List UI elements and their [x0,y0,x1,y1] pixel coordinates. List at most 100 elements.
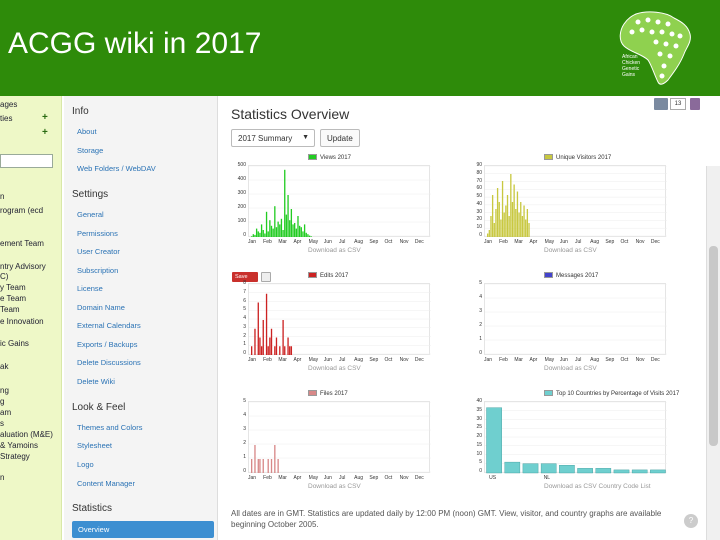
chart-top-countries: Top 10 Countries by Percentage of Visits… [468,390,679,500]
sidebar-item[interactable]: ntry Advisory [0,262,46,271]
nav-link-content-manager[interactable]: Content Manager [77,479,135,488]
export-icon[interactable] [261,272,271,282]
x-tick-label: Jul [575,357,582,363]
x-tick-label: Apr [529,357,538,363]
period-select[interactable]: 2017 Summary ▼ [231,129,315,147]
update-button[interactable]: Update [320,129,360,147]
daily-bar [282,230,284,237]
sidebar-item[interactable]: ak [0,362,8,371]
y-tick-label: 2 [243,332,246,339]
daily-bar [264,233,266,237]
daily-bar [257,231,259,237]
x-tick-label: Sep [369,475,379,481]
sidebar-item[interactable]: ng [0,386,9,395]
y-tick-label: 3 [243,426,246,432]
notifications-icon[interactable] [654,98,668,110]
x-tick-label: Nov [399,475,409,481]
download-csv-link[interactable]: Download as CSV [308,483,361,490]
download-csv-link[interactable]: Download as CSV [544,247,597,254]
sidebar-item[interactable]: Team [0,305,20,314]
sidebar-item[interactable]: aluation (M&E) [0,430,53,439]
y-tick-label: 90 [476,162,482,168]
sidebar-item[interactable]: y Team [0,283,26,292]
nav-link-delete-discussions[interactable]: Delete Discussions [77,358,141,367]
sidebar-search-input[interactable] [0,154,53,168]
x-tick-label: Sep [605,239,615,245]
x-tick-label: Feb [499,357,508,363]
sidebar-item[interactable]: Strategy [0,452,30,461]
x-tick-label: Apr [529,239,538,245]
x-tick-label: Sep [605,357,615,363]
sidebar-item[interactable]: ages [0,100,17,109]
help-icon[interactable]: ? [684,514,698,528]
download-csv-link[interactable]: Download as CSV [544,365,597,372]
y-tick-label: 0 [243,350,246,356]
page-scrollbar[interactable] [706,166,720,540]
sidebar-item[interactable]: ic Gains [0,339,29,348]
sidebar-item[interactable]: n [0,473,4,482]
nav-link-themes[interactable]: Themes and Colors [77,423,142,432]
country-bar [650,469,666,474]
daily-bar [290,209,293,237]
sidebar-item[interactable]: ties [0,114,12,123]
nav-link-permissions[interactable]: Permissions [77,229,118,238]
expand-plus-icon[interactable]: + [42,112,48,123]
chart-legend: Files 2017 [308,390,348,397]
logo-text: African Chicken Genetic Gains [622,54,641,78]
nav-link-webdav[interactable]: Web Folders / WebDAV [77,164,156,173]
x-tick-label: Nov [399,357,409,363]
y-tick-label: 15 [476,441,482,448]
nav-link-user-creator[interactable]: User Creator [77,247,120,256]
nav-link-general[interactable]: General [77,210,104,219]
download-csv-link[interactable]: Download as CSV Country Code List [544,483,651,490]
nav-link-logo[interactable]: Logo [77,460,94,469]
y-tick-label: 4 [479,294,482,300]
sidebar-item[interactable]: ement Team [0,239,44,248]
daily-bar [279,224,281,237]
daily-bar [307,234,309,237]
legend-swatch [544,390,553,396]
expand-plus-icon[interactable]: + [42,127,48,138]
daily-bar [267,231,269,237]
y-tick-label: 10 [476,224,482,231]
daily-bar [528,223,530,237]
nav-link-subscription[interactable]: Subscription [77,266,118,275]
daily-bar [508,216,510,237]
statistics-footnote: All dates are in GMT. Statistics are upd… [231,509,662,529]
sidebar-item[interactable]: e Team [0,294,26,303]
sidebar-item[interactable]: & Yamoins [0,441,38,450]
download-csv-link[interactable]: Download as CSV [308,247,361,254]
daily-bar [305,232,307,237]
nav-link-external-calendars[interactable]: External Calendars [77,321,141,330]
country-bar [631,469,648,474]
x-tick-label: Sep [369,239,379,245]
scrollbar-thumb[interactable] [709,246,718,446]
nav-link-overview-active[interactable]: Overview [72,521,214,538]
nav-link-about[interactable]: About [77,127,97,136]
nav-link-storage[interactable]: Storage [77,146,103,155]
x-tick-label: Aug [354,475,364,481]
sidebar-item[interactable]: g [0,397,4,406]
y-tick-label: 5 [479,459,482,466]
daily-bar [282,320,284,355]
nav-link-delete-wiki[interactable]: Delete Wiki [77,377,115,386]
nav-link-stylesheet[interactable]: Stylesheet [77,441,112,450]
nav-link-domain-name[interactable]: Domain Name [77,303,125,312]
nav-link-exports-backups[interactable]: Exports / Backups [77,340,137,349]
sidebar-item[interactable]: e Innovation [0,317,44,326]
user-menu-icon[interactable] [690,98,700,110]
daily-bar [498,202,500,237]
x-tick-label: Mar [278,357,287,363]
download-csv-link[interactable]: Download as CSV [308,365,361,372]
y-tick-label: 0 [479,232,482,238]
sidebar-item[interactable]: rogram (ecd [0,206,43,215]
sidebar-item[interactable]: s [0,419,4,428]
sidebar-item[interactable]: C) [0,272,8,281]
daily-bar [254,234,256,237]
sidebar-item[interactable]: am [0,408,11,417]
wiki-screenshot: ages + ties + n rogram (ecd ement Team n… [0,96,720,540]
y-tick-label: 0 [479,350,482,356]
sidebar-item[interactable]: n [0,192,4,201]
nav-link-license[interactable]: License [77,284,103,293]
x-tick-label: Jun [559,357,568,363]
